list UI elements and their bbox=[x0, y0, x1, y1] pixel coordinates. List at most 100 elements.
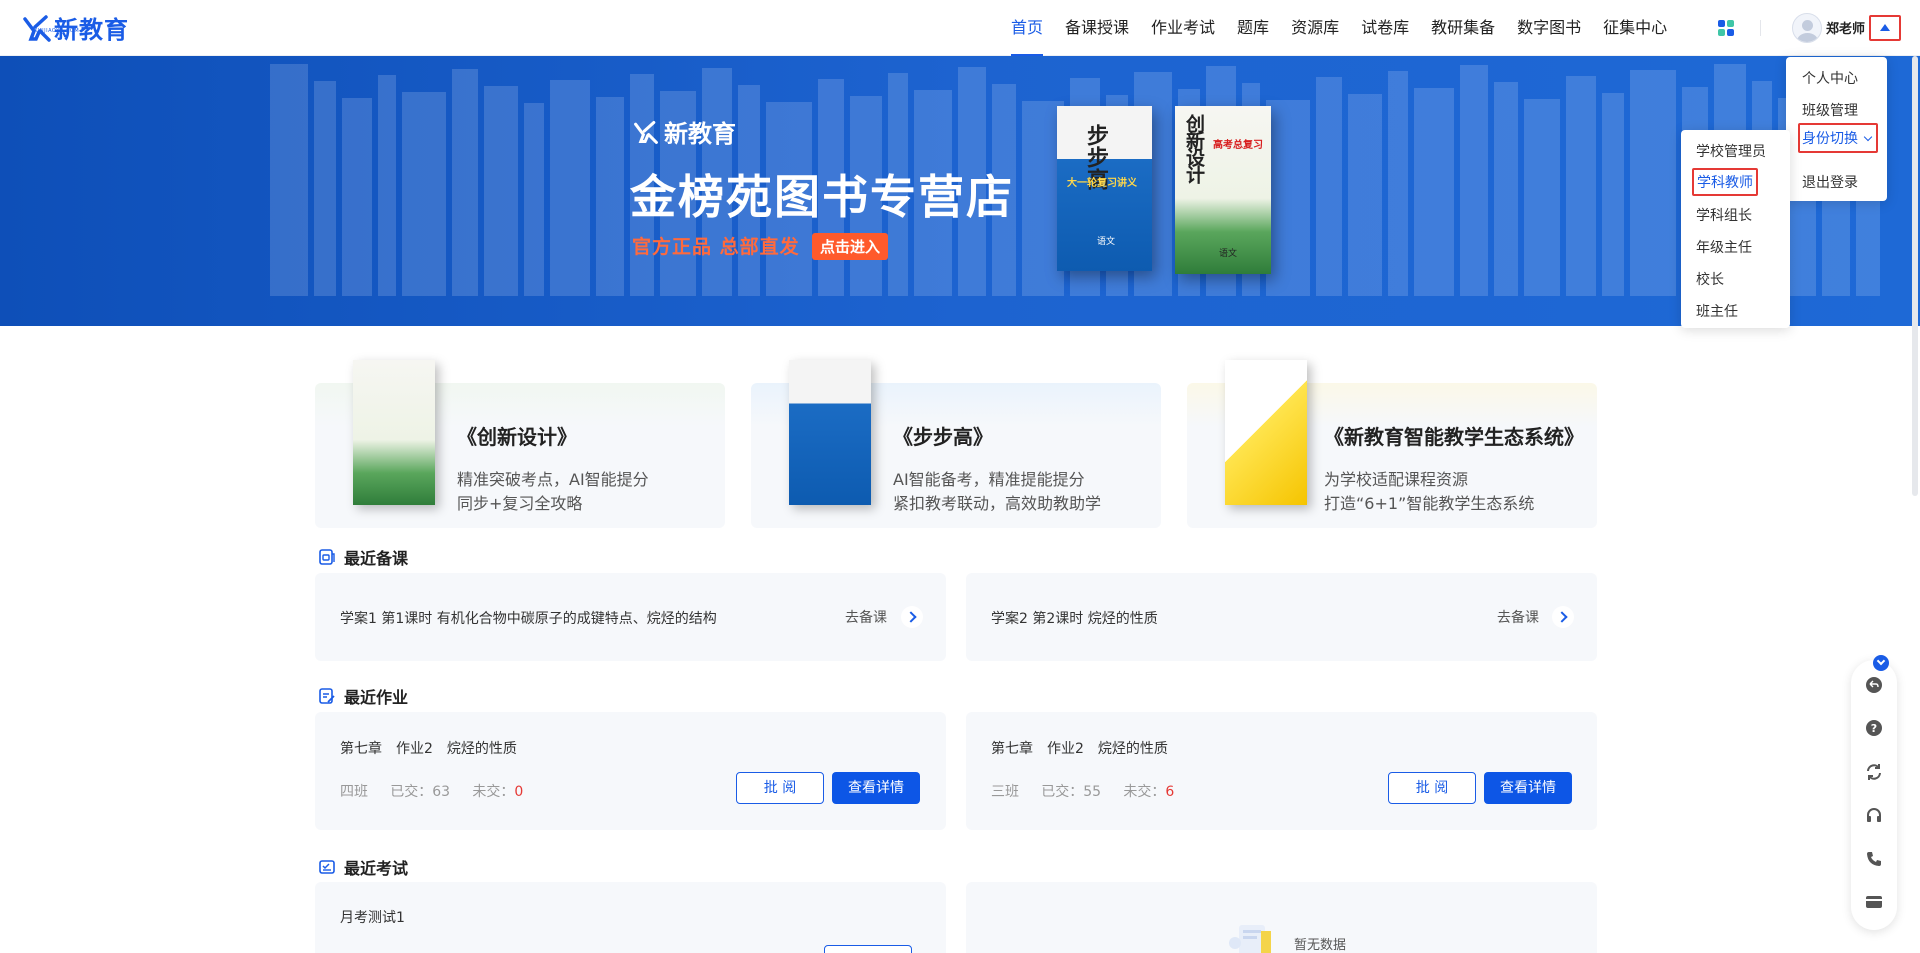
section-title-text: 最近作业 bbox=[344, 688, 409, 707]
phone-icon[interactable] bbox=[1865, 850, 1883, 868]
submitted-count: 55 bbox=[1083, 784, 1102, 800]
prep-card[interactable]: 学案2 第2课时 烷烃的性质 去备课 bbox=[966, 573, 1597, 661]
banner-book-chuangxin-subject: 语文 bbox=[1219, 249, 1238, 259]
nav-item-digital-books[interactable]: 数字图书 bbox=[1517, 0, 1581, 56]
banner-enter-button[interactable]: 点击进入 bbox=[812, 233, 889, 260]
review-button[interactable]: 批 阅 bbox=[736, 772, 824, 804]
nav-item-resources[interactable]: 资源库 bbox=[1291, 0, 1339, 56]
menu-item-switch-identity-label: 身份切换 bbox=[1802, 131, 1858, 147]
bookshelf-spine bbox=[378, 75, 396, 296]
homework-card[interactable]: 第七章 作业2 烷烃的性质 三班 已交：55 未交：6 批 阅 查看详情 bbox=[966, 712, 1597, 830]
review-button[interactable]: 批 阅 bbox=[1388, 772, 1476, 804]
product-card-bubugao[interactable]: 《步步高》 AI智能备考，精准提能提分 紧扣教考联动，高效助教助学 bbox=[751, 360, 1161, 528]
page-scrollbar[interactable] bbox=[1912, 56, 1918, 496]
exam-action-button[interactable] bbox=[824, 945, 912, 953]
product-card-ecosystem[interactable]: 《新教育智能教学生态系统》 为学校适配课程资源 打造“6+1”智能教学生态系统 bbox=[1187, 360, 1597, 528]
bookshelf-spine bbox=[342, 98, 372, 296]
prep-card-title: 学案2 第2课时 烷烃的性质 bbox=[991, 611, 1158, 627]
product-book-ecosystem-cover bbox=[1225, 360, 1307, 505]
user-avatar[interactable] bbox=[1792, 13, 1822, 43]
banner-book-chuangxin[interactable]: 创新设计 高考总复习 语文 bbox=[1175, 106, 1271, 274]
bookshelf-spine bbox=[452, 69, 478, 296]
banner-book-bubugao-subject: 语文 bbox=[1097, 237, 1116, 247]
chevron-down-icon bbox=[1864, 132, 1873, 142]
submitted-label: 已交： bbox=[390, 784, 433, 800]
prep-card[interactable]: 学案1 第1课时 有机化合物中碳原子的成键特点、烷烃的结构 去备课 bbox=[315, 573, 946, 661]
exam-card[interactable]: 月考测试1 bbox=[315, 882, 946, 953]
homework-icon bbox=[319, 688, 335, 704]
hero-banner[interactable]: 新教育 金榜苑图书专营店 官方正品 总部直发 点击进入 步步高 大一轮复习讲义 … bbox=[0, 56, 1920, 326]
help-icon[interactable]: ? bbox=[1865, 719, 1883, 737]
product-card-chuangxin[interactable]: 《创新设计》 精准突破考点，AI智能提分 同步+复习全攻略 bbox=[315, 360, 725, 528]
homework-card[interactable]: 第七章 作业2 烷烃的性质 四班 已交：63 未交：0 批 阅 查看详情 bbox=[315, 712, 946, 830]
empty-data-illustration-icon bbox=[1229, 925, 1271, 953]
go-prep-link[interactable]: 去备课 bbox=[845, 607, 887, 627]
bookshelf-spine bbox=[1630, 70, 1676, 296]
product-book-bubugao-cover bbox=[789, 360, 871, 505]
bookshelf-spine bbox=[1414, 88, 1454, 296]
role-switch-submenu: 学校管理员 学科教师 学科组长 年级主任 校长 班主任 bbox=[1681, 130, 1790, 328]
menu-item-logout[interactable]: 退出登录 bbox=[1802, 172, 1858, 192]
nav-item-question-bank[interactable]: 题库 bbox=[1237, 0, 1269, 56]
submitted-label: 已交： bbox=[1041, 784, 1084, 800]
exam-card-title: 月考测试1 bbox=[340, 910, 405, 926]
product-desc-line1: 精准突破考点，AI智能提分 bbox=[457, 470, 649, 489]
logo-subtext: XINJIAOYU.COM bbox=[34, 28, 80, 34]
view-details-button[interactable]: 查看详情 bbox=[832, 772, 920, 804]
nav-item-paper-bank[interactable]: 试卷库 bbox=[1361, 0, 1409, 56]
section-title-recent-homework: 最近作业 bbox=[318, 684, 408, 708]
bookshelf-spine bbox=[1494, 82, 1518, 296]
section-title-text: 最近备课 bbox=[344, 549, 409, 568]
role-item-subject-leader[interactable]: 学科组长 bbox=[1696, 205, 1752, 225]
role-item-principal[interactable]: 校长 bbox=[1696, 269, 1724, 289]
page-root: 新教育 XINJIAOYU.COM 首页 备课授课 作业考试 题库 资源库 试卷… bbox=[0, 0, 1920, 953]
user-name[interactable]: 郑老师 bbox=[1826, 18, 1865, 37]
bookshelf-spine bbox=[1348, 94, 1382, 296]
nav-item-lesson-prep[interactable]: 备课授课 bbox=[1065, 0, 1129, 56]
chevron-right-icon[interactable] bbox=[1552, 606, 1574, 628]
role-item-class-teacher[interactable]: 班主任 bbox=[1696, 301, 1738, 321]
headset-icon[interactable] bbox=[1865, 806, 1883, 824]
apps-grid-icon[interactable] bbox=[1718, 20, 1734, 36]
nav-item-collection-center[interactable]: 征集中心 bbox=[1603, 0, 1667, 56]
product-desc-line2: 同步+复习全攻略 bbox=[457, 494, 583, 513]
go-prep-link[interactable]: 去备课 bbox=[1497, 607, 1539, 627]
banner-book-chuangxin-title: 创新设计 bbox=[1183, 114, 1205, 182]
product-desc-line2: 紧扣教考联动，高效助教助学 bbox=[893, 494, 1102, 513]
card-icon[interactable] bbox=[1865, 893, 1883, 911]
nav-item-homework-exam[interactable]: 作业考试 bbox=[1151, 0, 1215, 56]
chevron-right-icon[interactable] bbox=[901, 606, 923, 628]
banner-logo-icon bbox=[634, 120, 658, 144]
role-item-school-admin[interactable]: 学校管理员 bbox=[1696, 141, 1766, 161]
product-desc-line2: 打造“6+1”智能教学生态系统 bbox=[1324, 494, 1535, 513]
product-desc-line1: AI智能备考，精准提能提分 bbox=[893, 470, 1085, 489]
menu-item-switch-identity[interactable]: 身份切换 bbox=[1798, 123, 1879, 153]
nav-item-teaching-research[interactable]: 教研集备 bbox=[1431, 0, 1495, 56]
banner-subtitle: 官方正品 总部直发 bbox=[632, 236, 800, 258]
unsubmitted-count: 6 bbox=[1165, 784, 1175, 800]
undo-icon[interactable] bbox=[1865, 676, 1883, 694]
prep-card-title: 学案1 第1课时 有机化合物中碳原子的成键特点、烷烃的结构 bbox=[340, 611, 717, 627]
user-menu-toggle-button[interactable] bbox=[1869, 15, 1901, 41]
refresh-icon[interactable] bbox=[1865, 763, 1883, 781]
view-details-button[interactable]: 查看详情 bbox=[1484, 772, 1572, 804]
bookshelf-spine bbox=[1316, 77, 1342, 296]
menu-item-class-management[interactable]: 班级管理 bbox=[1802, 100, 1858, 120]
toolbar-collapse-chevron-icon[interactable] bbox=[1873, 655, 1889, 671]
bookshelf-spine bbox=[1266, 100, 1310, 296]
unsubmitted-label: 未交： bbox=[1123, 784, 1166, 800]
bookshelf-spine bbox=[1566, 76, 1596, 296]
banner-book-bubugao[interactable]: 步步高 大一轮复习讲义 语文 bbox=[1057, 106, 1152, 271]
exam-icon bbox=[319, 860, 335, 874]
bookshelf-spine bbox=[1460, 65, 1488, 296]
role-item-grade-director[interactable]: 年级主任 bbox=[1696, 237, 1752, 257]
menu-item-personal-center[interactable]: 个人中心 bbox=[1802, 68, 1858, 88]
product-desc-line1: 为学校适配课程资源 bbox=[1324, 470, 1469, 489]
unsubmitted-count: 0 bbox=[514, 784, 524, 800]
user-dropdown-menu: 个人中心 班级管理 身份切换 退出登录 bbox=[1786, 57, 1887, 201]
submitted-count: 63 bbox=[432, 784, 451, 800]
nav-item-home[interactable]: 首页 bbox=[1011, 0, 1044, 56]
product-title: 《新教育智能教学生态系统》 bbox=[1324, 425, 1584, 449]
role-item-subject-teacher[interactable]: 学科教师 bbox=[1692, 168, 1758, 196]
svg-text:?: ? bbox=[1871, 722, 1877, 735]
